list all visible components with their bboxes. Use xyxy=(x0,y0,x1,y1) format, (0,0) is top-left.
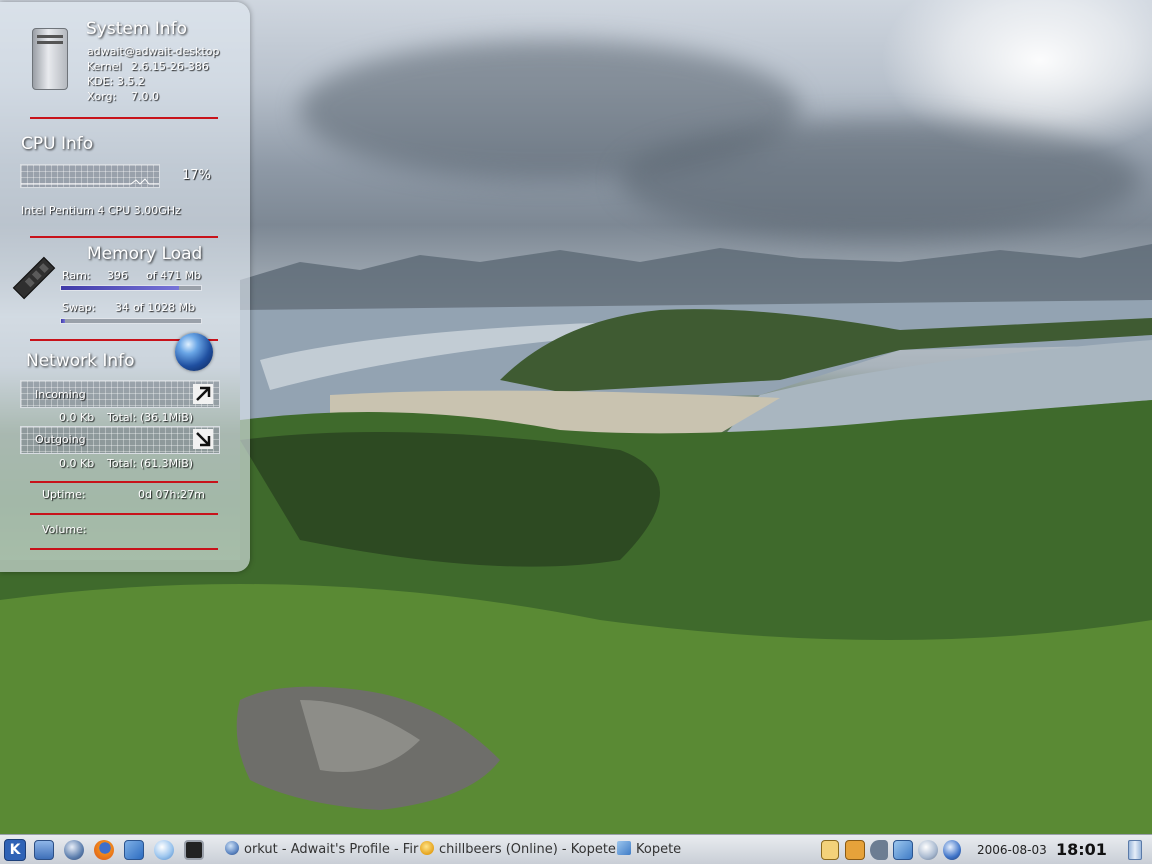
task-label: orkut - Adwait's Profile - Fir xyxy=(244,842,419,857)
outgoing-total: Total: (61.3MiB) xyxy=(107,457,194,470)
task-orkut-firefox[interactable]: orkut - Adwait's Profile - Fir xyxy=(225,841,418,857)
volume-label: Volume: xyxy=(42,523,87,536)
xorg-value: 7.0.0 xyxy=(131,90,159,103)
klipper-tray-icon[interactable] xyxy=(918,840,938,860)
system-monitor-panel: System Info adwait@adwait-desktop Kernel… xyxy=(0,2,250,572)
terminal-icon[interactable] xyxy=(184,840,204,860)
kernel-value: 2.6.15-26-386 xyxy=(131,60,209,73)
swap-label: Swap: xyxy=(62,301,96,314)
konqueror-icon[interactable] xyxy=(64,840,84,860)
xorg-label: Xorg: xyxy=(87,90,117,103)
user-host-text: adwait@adwait-desktop xyxy=(87,45,220,58)
outgoing-rate: 0.0 Kb xyxy=(59,457,95,470)
ram-usage-bar xyxy=(60,285,202,291)
ram-label: Ram: xyxy=(62,269,91,282)
swap-usage-fill xyxy=(61,319,66,323)
uptime-value: 0d 07h:27m xyxy=(138,488,205,501)
cpu-usage-percent: 17% xyxy=(182,168,211,183)
clock-date[interactable]: 2006-08-03 xyxy=(977,843,1047,857)
outgoing-label: Outgoing xyxy=(35,433,86,446)
ram-usage-fill xyxy=(61,286,179,290)
separator xyxy=(30,513,218,515)
ram-total-value: of 471 Mb xyxy=(146,269,202,282)
swap-total-value: of 1028 Mb xyxy=(133,301,196,314)
clock-time[interactable]: 18:01 xyxy=(1056,840,1107,859)
kopete-icon xyxy=(420,841,434,855)
kopete-icon xyxy=(617,841,631,855)
task-label: chillbeers (Online) - Kopete xyxy=(439,842,616,857)
uptime-label: Uptime: xyxy=(42,488,86,501)
memory-load-title: Memory Load xyxy=(87,244,203,264)
kde-label: KDE: xyxy=(87,75,114,88)
separator xyxy=(30,236,218,238)
network-tray-icon[interactable] xyxy=(893,840,913,860)
desktop-icon[interactable] xyxy=(34,840,54,860)
task-kopete-chat[interactable]: chillbeers (Online) - Kopete xyxy=(420,841,616,857)
incoming-rate: 0.0 Kb xyxy=(59,411,95,424)
kopete-tray-icon[interactable] xyxy=(943,840,961,860)
cpu-info-title: CPU Info xyxy=(21,134,94,154)
swap-used-value: 34 xyxy=(115,301,129,314)
network-info-title: Network Info xyxy=(26,351,135,371)
separator xyxy=(30,117,218,119)
network-globe-icon xyxy=(175,333,213,371)
incoming-label: Incoming xyxy=(35,388,86,401)
firefox-icon[interactable] xyxy=(94,840,114,860)
task-label: Kopete xyxy=(636,842,682,857)
folder-tray-icon[interactable] xyxy=(845,840,865,860)
computer-tower-icon xyxy=(32,28,68,90)
browser-globe-icon[interactable] xyxy=(154,840,174,860)
cpu-model-text: Intel Pentium 4 CPU 3.00GHz xyxy=(21,204,181,217)
cpu-usage-graph xyxy=(20,164,160,188)
task-kopete[interactable]: Kopete xyxy=(617,841,681,857)
separator xyxy=(30,481,218,483)
arrow-down-right-icon xyxy=(193,429,213,449)
orkut-globe-icon xyxy=(225,841,239,855)
volume-speaker-icon[interactable] xyxy=(870,840,888,860)
katapult-tray-icon[interactable] xyxy=(821,840,839,860)
ram-used-value: 396 xyxy=(107,269,128,282)
kde-menu-button[interactable]: K xyxy=(4,839,26,861)
memory-module-icon xyxy=(12,256,56,300)
incoming-total: Total: (36.1MiB) xyxy=(107,411,194,424)
kernel-label: Kernel xyxy=(87,60,122,73)
swap-usage-bar xyxy=(60,318,202,324)
arrow-up-right-icon xyxy=(193,384,213,404)
network-tool-icon[interactable] xyxy=(124,840,144,860)
kde-value: 3.5.2 xyxy=(117,75,145,88)
trash-icon[interactable] xyxy=(1128,840,1142,860)
separator xyxy=(30,548,218,550)
kde-taskbar: K orkut - Adwait's Profile - Fir chillbe… xyxy=(0,834,1152,864)
system-info-title: System Info xyxy=(86,19,187,39)
